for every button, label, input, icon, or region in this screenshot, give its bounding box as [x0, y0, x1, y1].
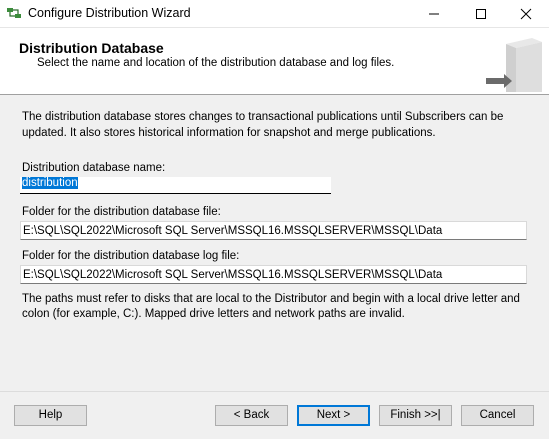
page-subtitle: Select the name and location of the dist… — [37, 57, 395, 69]
server-graphic-icon — [484, 34, 544, 92]
next-button[interactable]: Next > — [297, 405, 370, 426]
intro-text: The distribution database stores changes… — [22, 111, 504, 139]
log-file-folder-label: Folder for the distribution database log… — [22, 250, 240, 262]
maximize-icon — [476, 9, 486, 19]
wizard-app-icon — [6, 5, 22, 21]
maximize-button[interactable] — [458, 0, 504, 27]
wizard-header: Distribution Database Select the name an… — [0, 28, 549, 95]
minimize-button[interactable] — [411, 0, 457, 27]
close-button[interactable] — [503, 0, 549, 27]
finish-button[interactable]: Finish >>| — [379, 405, 452, 426]
window-title: Configure Distribution Wizard — [28, 6, 191, 20]
db-file-folder-input[interactable]: E:\SQL\SQL2022\Microsoft SQL Server\MSSQ… — [20, 221, 527, 240]
title-bar: Configure Distribution Wizard — [0, 0, 549, 28]
close-icon — [520, 8, 532, 20]
back-button[interactable]: < Back — [215, 405, 288, 426]
log-file-folder-input[interactable]: E:\SQL\SQL2022\Microsoft SQL Server\MSSQ… — [20, 265, 527, 284]
minimize-icon — [429, 13, 439, 15]
db-name-label: Distribution database name: — [22, 162, 166, 174]
db-name-input[interactable]: distribution — [20, 177, 331, 194]
help-button[interactable]: Help — [14, 405, 87, 426]
db-name-value: distribution — [22, 177, 78, 189]
path-note-text: The paths must refer to disks that are l… — [22, 293, 520, 320]
page-title: Distribution Database — [19, 40, 164, 56]
cancel-button[interactable]: Cancel — [461, 405, 534, 426]
db-file-folder-label: Folder for the distribution database fil… — [22, 206, 221, 218]
footer-divider — [0, 391, 549, 392]
